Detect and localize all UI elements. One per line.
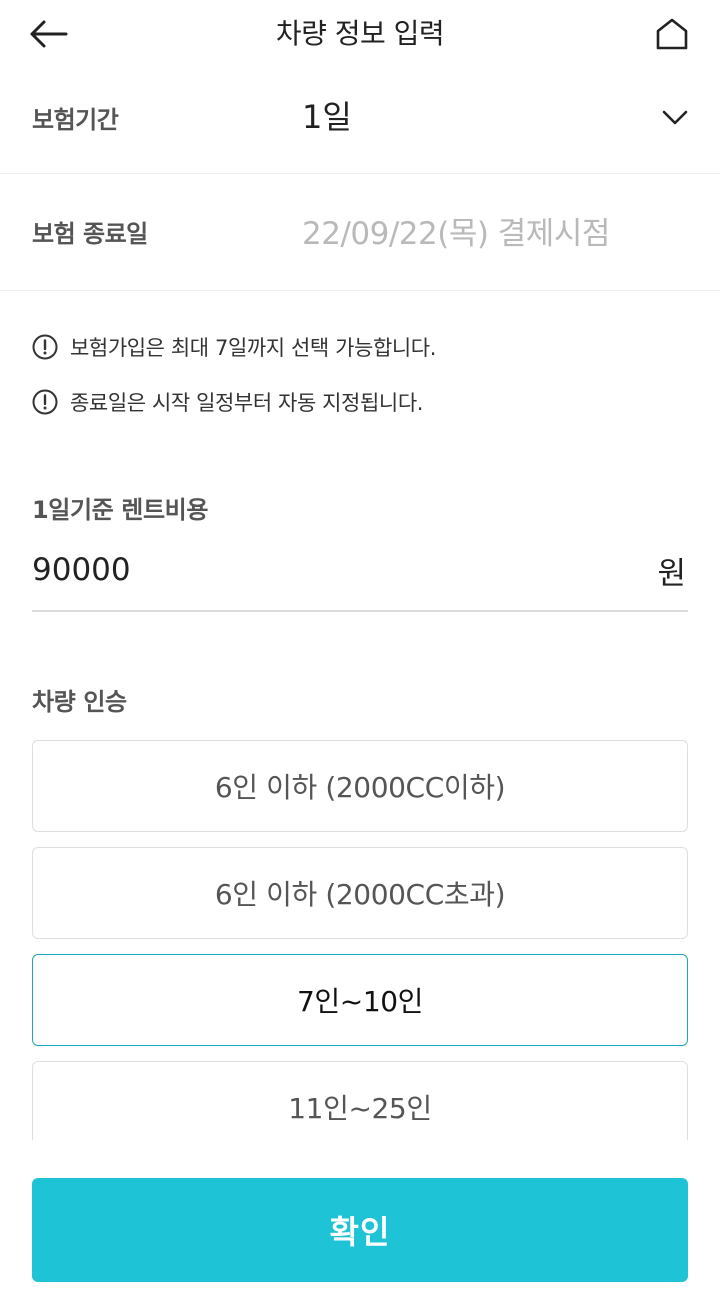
insurance-period-value: 1일 (302, 98, 352, 136)
capacity-option-label: 6인 이하 (2000CC이하) (214, 771, 506, 804)
info-circle-icon (32, 334, 58, 360)
notice-max-days: 보험가입은 최대 7일까지 선택 가능합니다. (32, 332, 436, 362)
rent-cost-field: 원 (32, 540, 688, 612)
insurance-period-label: 보험기간 (32, 106, 119, 134)
insurance-end-date-row: 보험 종료일 22/09/22(목) 결제시점 (0, 174, 720, 291)
currency-unit: 원 (657, 556, 686, 592)
vehicle-capacity-label: 차량 인승 (32, 688, 127, 716)
notice-text: 종료일은 시작 일정부터 자동 지정됩니다. (70, 391, 424, 415)
chevron-down-icon (662, 110, 688, 125)
insurance-period-select[interactable]: 보험기간 1일 (0, 64, 720, 174)
vehicle-capacity-options: 6인 이하 (2000CC이하) 6인 이하 (2000CC초과) 7인~10인… (32, 740, 688, 1140)
page-title: 차량 정보 입력 (275, 17, 445, 50)
confirm-button[interactable]: 확인 (32, 1178, 688, 1282)
capacity-option-label: 6인 이하 (2000CC초과) (214, 878, 506, 911)
insurance-end-date-label: 보험 종료일 (32, 220, 148, 248)
capacity-option[interactable]: 6인 이하 (2000CC이하) (32, 740, 688, 832)
home-button[interactable] (648, 10, 696, 58)
notice-auto-end-date: 종료일은 시작 일정부터 자동 지정됩니다. (32, 387, 423, 417)
capacity-option[interactable]: 6인 이하 (2000CC초과) (32, 847, 688, 939)
insurance-end-date-value: 22/09/22(목) 결제시점 (302, 216, 610, 252)
info-circle-icon (32, 389, 58, 415)
rent-cost-label: 1일기준 렌트비용 (32, 496, 209, 524)
home-icon (656, 18, 688, 50)
rent-cost-input[interactable] (32, 544, 592, 596)
vehicle-info-screen: 차량 정보 입력 보험기간 1일 보험 종료일 22/09/22(목) 결제시점… (0, 0, 720, 1305)
notice-text: 보험가입은 최대 7일까지 선택 가능합니다. (70, 336, 436, 360)
capacity-option-label: 11인~25인 (288, 1092, 432, 1125)
capacity-option-label: 7인~10인 (296, 985, 424, 1018)
header: 차량 정보 입력 (0, 0, 720, 64)
capacity-option[interactable]: 11인~25인 (32, 1061, 688, 1140)
capacity-option-selected[interactable]: 7인~10인 (32, 954, 688, 1046)
